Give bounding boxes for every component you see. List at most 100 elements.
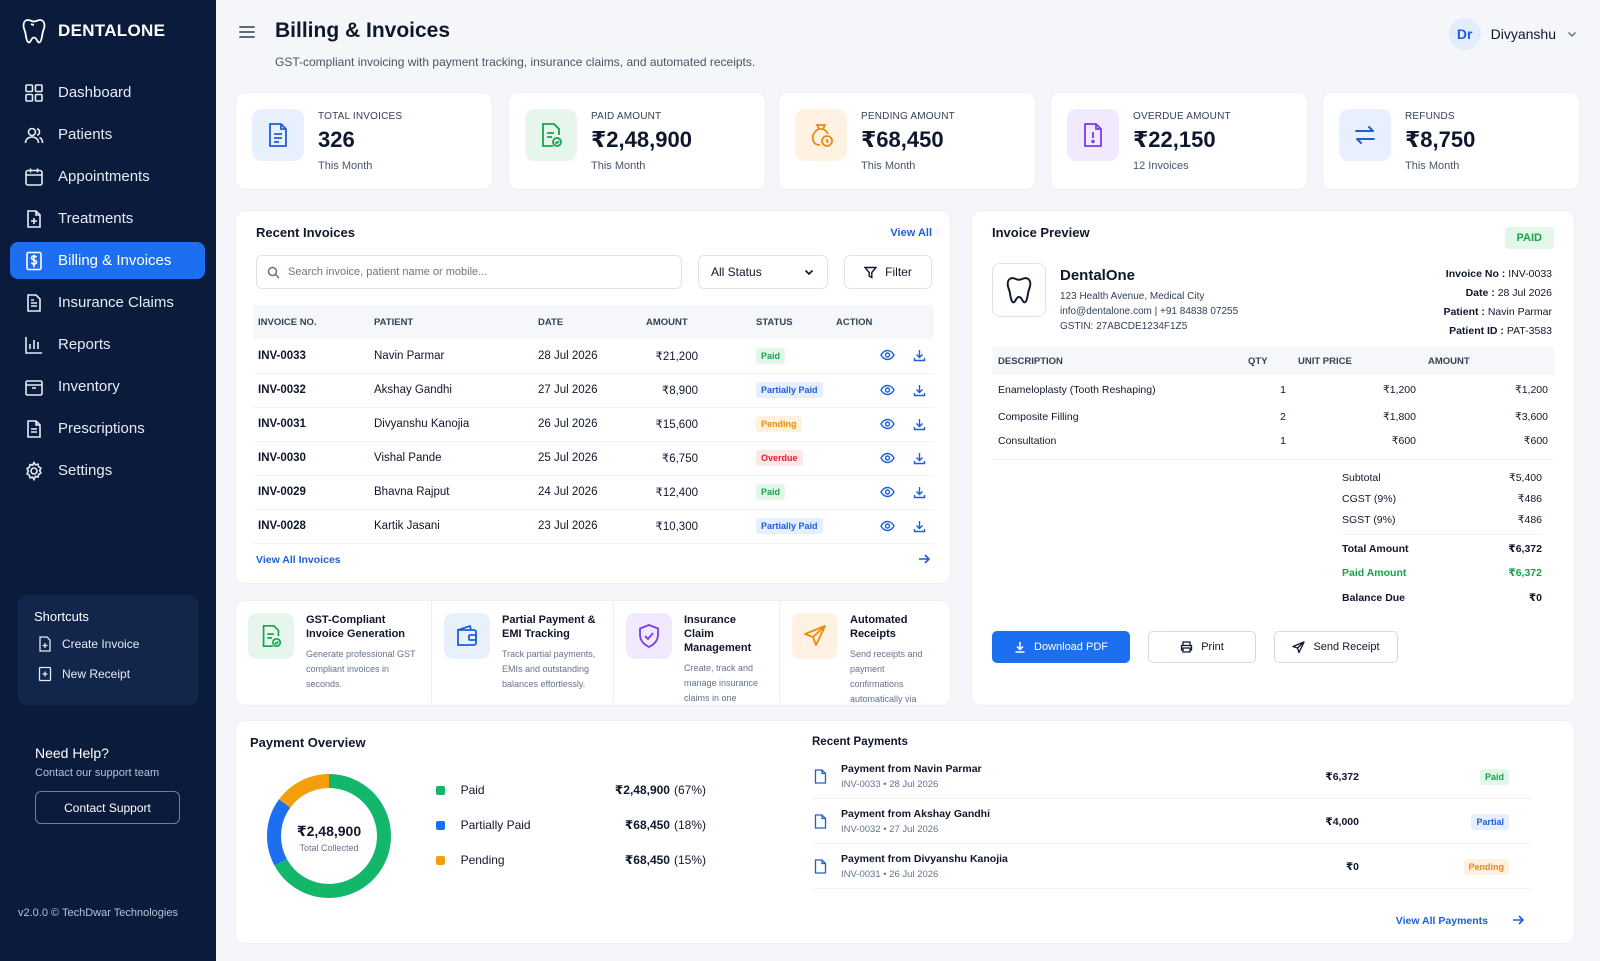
- sidebar-item-label: Appointments: [58, 168, 150, 185]
- status-badge: Paid: [756, 347, 786, 364]
- invoice-search[interactable]: [256, 255, 682, 289]
- download-icon[interactable]: [913, 520, 926, 533]
- clinic-address-block: 123 Health Avenue, Medical City info@den…: [1060, 289, 1238, 334]
- status-badge: Partial: [1471, 814, 1509, 830]
- table-row[interactable]: INV-0033 Navin Parmar 28 Jul 2026 ₹21,20…: [254, 339, 934, 374]
- send-receipt-button[interactable]: Send Receipt: [1274, 631, 1398, 663]
- list-item[interactable]: Payment from Akshay Gandhi INV-0032 • 27…: [812, 800, 1532, 844]
- sidebar-item-inventory[interactable]: Inventory: [10, 368, 205, 405]
- meta-value: INV-0033: [1508, 268, 1552, 280]
- table-header-row: DESCRIPTION QTY UNIT PRICE AMOUNT: [992, 347, 1554, 375]
- sidebar-item-dashboard[interactable]: Dashboard: [10, 74, 205, 111]
- download-icon[interactable]: [913, 486, 926, 499]
- button-label: Print: [1201, 641, 1224, 653]
- shortcut-create-invoice[interactable]: Create Invoice: [34, 636, 182, 652]
- list-item[interactable]: Payment from Navin Parmar INV-0033 • 28 …: [812, 755, 1532, 799]
- sidebar-item-prescriptions[interactable]: Prescriptions: [10, 410, 205, 447]
- user-name: Divyanshu: [1490, 26, 1556, 42]
- table-row[interactable]: INV-0028 Kartik Jasani 23 Jul 2026 ₹10,3…: [254, 509, 934, 544]
- divider: [1342, 534, 1542, 535]
- dollar-file-icon: [24, 251, 44, 271]
- filter-icon: [864, 266, 878, 279]
- brand-logo[interactable]: DENTALONE: [22, 18, 165, 44]
- item-description: Enameloplasty (Tooth Reshaping): [998, 384, 1156, 396]
- view-all-invoices-link[interactable]: View All: [890, 227, 932, 239]
- sidebar-item-patients[interactable]: Patients: [10, 116, 205, 153]
- help-subtitle: Contact our support team: [35, 767, 160, 779]
- table-row: Enameloplasty (Tooth Reshaping) 1 ₹1,200…: [992, 375, 1554, 405]
- filter-button[interactable]: Filter: [844, 255, 932, 289]
- section-title: Payment Overview: [250, 735, 366, 750]
- view-all-invoices-footer-link[interactable]: View All Invoices: [256, 554, 341, 566]
- meta-label: Invoice No :: [1445, 268, 1506, 280]
- view-all-payments-link[interactable]: View All Payments: [1396, 915, 1488, 927]
- legend-dot: [436, 855, 445, 865]
- download-pdf-button[interactable]: Download PDF: [992, 631, 1130, 663]
- feature-icon-box: [248, 613, 294, 659]
- eye-icon[interactable]: [880, 486, 895, 499]
- invoice-no-cell: INV-0032: [254, 373, 370, 408]
- status-badge: Paid: [756, 484, 786, 500]
- meta-row: Date : 28 Jul 2026: [1443, 284, 1552, 303]
- eye-icon[interactable]: [880, 349, 895, 362]
- arrow-right-icon[interactable]: [1512, 914, 1524, 926]
- eye-icon[interactable]: [880, 452, 895, 465]
- sidebar-item-billing[interactable]: Billing & Invoices: [10, 242, 205, 279]
- button-label: Send Receipt: [1313, 641, 1380, 653]
- send-icon: [802, 623, 828, 649]
- table-row[interactable]: INV-0032 Akshay Gandhi 27 Jul 2026 ₹8,90…: [254, 373, 934, 408]
- shortcuts-title: Shortcuts: [34, 609, 89, 624]
- print-button[interactable]: Print: [1148, 631, 1256, 663]
- download-icon[interactable]: [913, 384, 926, 397]
- list-item[interactable]: Payment from Divyanshu Kanojia INV-0031 …: [812, 845, 1532, 889]
- patient-cell: Kartik Jasani: [370, 509, 534, 544]
- money-bag-clock-icon: [807, 121, 835, 149]
- arrow-right-icon[interactable]: [918, 553, 930, 565]
- eye-icon[interactable]: [880, 384, 895, 397]
- stat-sub: 12 Invoices: [1133, 160, 1189, 172]
- feature-icon-box: [626, 613, 672, 659]
- download-icon[interactable]: [913, 418, 926, 431]
- download-icon[interactable]: [913, 452, 926, 465]
- document-icon: [814, 859, 827, 874]
- hamburger-menu-icon[interactable]: [238, 24, 256, 40]
- stat-card-paid-amount: PAID AMOUNT ₹2,48,900 This Month: [508, 92, 766, 190]
- balance-due-row: Balance Due ₹0: [1342, 587, 1542, 608]
- sidebar-item-insurance-claims[interactable]: Insurance Claims: [10, 284, 205, 321]
- page-subtitle: GST-compliant invoicing with payment tra…: [275, 55, 756, 69]
- feature-desc: Track partial payments, EMIs and outstan…: [502, 649, 596, 689]
- table-row[interactable]: INV-0030 Vishal Pande 25 Jul 2026 ₹6,750…: [254, 441, 934, 476]
- sidebar-item-appointments[interactable]: Appointments: [10, 158, 205, 195]
- shortcut-new-receipt[interactable]: New Receipt: [34, 666, 182, 682]
- contact-support-button[interactable]: Contact Support: [35, 791, 180, 824]
- patient-cell: Akshay Gandhi: [370, 373, 534, 408]
- sidebar-item-treatments[interactable]: Treatments: [10, 200, 205, 237]
- search-input[interactable]: [288, 266, 668, 278]
- document-icon: [814, 814, 827, 829]
- eye-icon[interactable]: [880, 520, 895, 533]
- feature-title: Automated Receipts: [850, 614, 908, 640]
- stat-sub: This Month: [591, 160, 646, 172]
- user-menu[interactable]: Dr Divyanshu: [1448, 18, 1578, 50]
- action-cell: [832, 475, 934, 510]
- table-row[interactable]: INV-0031 Divyanshu Kanojia 26 Jul 2026 ₹…: [254, 407, 934, 442]
- table-row[interactable]: INV-0029 Bhavna Rajput 24 Jul 2026 ₹12,4…: [254, 475, 934, 510]
- legend-label: Pending: [460, 853, 505, 867]
- column-header: DESCRIPTION: [992, 347, 1242, 375]
- stat-sub: This Month: [318, 160, 373, 172]
- payment-title: Payment from Navin Parmar: [841, 763, 982, 775]
- date-cell: 23 Jul 2026: [534, 509, 642, 544]
- feature-title: Partial Payment & EMI Tracking: [502, 614, 596, 640]
- status-select-value: All Status: [711, 265, 762, 279]
- sidebar-item-settings[interactable]: Settings: [10, 452, 205, 489]
- section-title: Recent Invoices: [256, 225, 355, 240]
- column-header: STATUS: [702, 305, 832, 339]
- help-title: Need Help?: [35, 745, 109, 761]
- meta-label: Patient :: [1443, 306, 1485, 318]
- eye-icon[interactable]: [880, 418, 895, 431]
- stat-icon-box: [1339, 109, 1391, 161]
- download-icon[interactable]: [913, 349, 926, 362]
- sidebar-item-reports[interactable]: Reports: [10, 326, 205, 363]
- chevron-down-icon: [1566, 28, 1578, 40]
- status-select[interactable]: All Status: [698, 255, 828, 289]
